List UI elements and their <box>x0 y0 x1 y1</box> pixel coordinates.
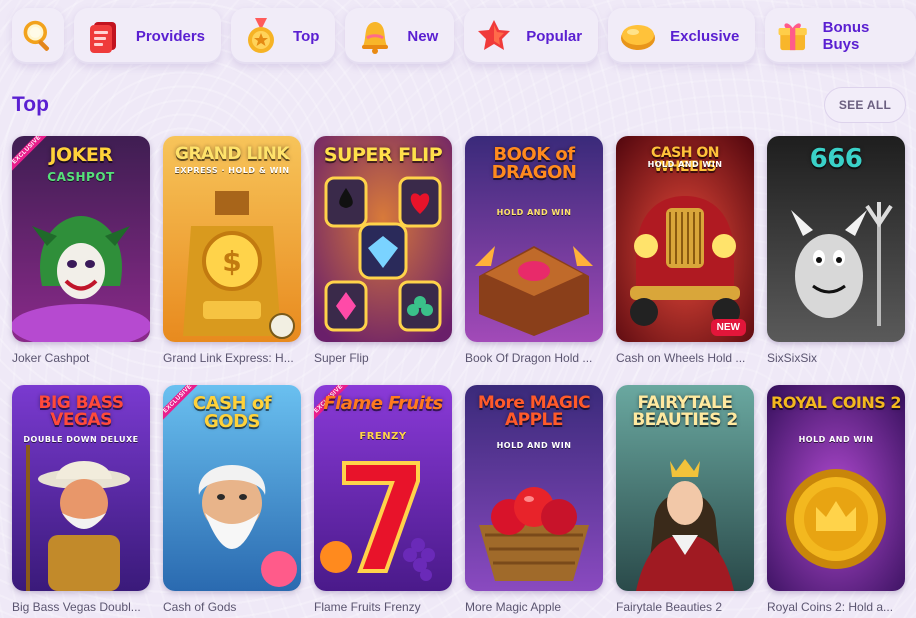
game-thumbnail[interactable]: BIG BASS VEGAS DOUBLE DOWN DELUXE <box>12 385 150 591</box>
game-thumbnail[interactable]: ROYAL COINS 2 HOLD AND WIN <box>767 385 905 591</box>
game-thumbnail[interactable]: BOOK of DRAGON HOLD AND WIN <box>465 136 603 342</box>
game-name[interactable]: Cash of Gods <box>163 600 301 614</box>
category-label: Popular <box>526 27 583 45</box>
art-subtitle: HOLD AND WIN <box>496 441 572 450</box>
game-thumbnail[interactable]: SUPER FLIP <box>314 136 452 342</box>
game-card[interactable]: BIG BASS VEGAS DOUBLE DOWN DELUXE Big Ba… <box>12 385 150 614</box>
game-thumbnail[interactable]: 666 <box>767 136 905 342</box>
art-title: JOKER <box>49 144 113 166</box>
medal-icon <box>248 18 275 53</box>
game-name[interactable]: Royal Coins 2: Hold a... <box>767 600 905 614</box>
game-thumbnail[interactable]: CASH ON WHEELS HOLD AND WIN NEW <box>616 136 754 342</box>
game-card[interactable]: ROYAL COINS 2 HOLD AND WIN Royal Coins 2… <box>767 385 905 614</box>
category-providers[interactable]: Providers <box>73 8 222 64</box>
game-card[interactable]: $ GRAND LINK EXPRESS · HOLD & WIN Grand … <box>163 136 301 365</box>
category-label: New <box>407 27 439 45</box>
search-button[interactable] <box>12 8 64 64</box>
search-icon <box>23 20 49 51</box>
art-title: CASH of GODS <box>192 393 272 432</box>
art-title: BOOK of DRAGON <box>491 144 577 183</box>
category-exclusive[interactable]: Exclusive <box>608 8 756 64</box>
game-thumbnail[interactable]: EXCLUSIVE Flame Fruits FRENZY <box>314 385 452 591</box>
art-title: ROYAL COINS 2 <box>771 393 901 412</box>
coin-art <box>767 385 905 591</box>
art-subtitle: HOLD AND WIN <box>647 160 723 169</box>
game-name[interactable]: Flame Fruits Frenzy <box>314 600 452 614</box>
art-title: SUPER FLIP <box>323 144 443 166</box>
category-label: Top <box>293 27 320 45</box>
seven-art <box>314 385 452 591</box>
game-card[interactable]: BOOK of DRAGON HOLD AND WIN Book Of Drag… <box>465 136 603 365</box>
gem-icon <box>621 25 656 50</box>
art-title: Flame Fruits <box>323 393 443 414</box>
game-card[interactable]: EXCLUSIVE Flame Fruits FRENZY Flame Frui… <box>314 385 452 614</box>
game-card[interactable]: FAIRYTALE BEAUTIES 2 Fairytale Beauties … <box>616 385 754 614</box>
game-thumbnail[interactable]: FAIRYTALE BEAUTIES 2 <box>616 385 754 591</box>
art-title: BIG BASS VEGAS <box>38 393 125 430</box>
category-label: Providers <box>135 27 206 45</box>
see-all-button[interactable]: SEE ALL <box>824 87 906 123</box>
game-thumbnail[interactable]: EXCLUSIVE JOKER CASHPOT <box>12 136 150 342</box>
game-name[interactable]: Big Bass Vegas Doubl... <box>12 600 150 614</box>
joker-art <box>12 136 150 342</box>
category-label: Exclusive <box>670 27 740 45</box>
game-name[interactable]: More Magic Apple <box>465 600 603 614</box>
art-subtitle: CASHPOT <box>47 170 115 184</box>
game-name[interactable]: Super Flip <box>314 351 452 365</box>
cards-art <box>314 136 452 342</box>
art-title: FAIRYTALE BEAUTIES 2 <box>632 393 738 430</box>
game-thumbnail[interactable]: EXCLUSIVE CASH of GODS <box>163 385 301 591</box>
game-name[interactable]: SixSixSix <box>767 351 905 365</box>
game-name[interactable]: Book Of Dragon Hold ... <box>465 351 603 365</box>
category-nav: Providers Top New Popular Exclusive Bonu… <box>12 8 916 64</box>
art-subtitle: EXPRESS · HOLD & WIN <box>174 166 290 175</box>
providers-icon <box>89 22 116 53</box>
game-name[interactable]: Joker Cashpot <box>12 351 150 365</box>
game-thumbnail[interactable]: $ GRAND LINK EXPRESS · HOLD & WIN <box>163 136 301 342</box>
svg-text:$: $ <box>222 245 241 278</box>
art-subtitle: FRENZY <box>359 431 407 442</box>
category-top[interactable]: Top <box>231 8 336 64</box>
art-title: 666 <box>809 144 863 174</box>
art-subtitle: HOLD AND WIN <box>496 208 572 217</box>
game-grid: EXCLUSIVE JOKER CASHPOT Joker Cashpot $ … <box>12 136 905 614</box>
game-name[interactable]: Fairytale Beauties 2 <box>616 600 754 614</box>
section-title: Top <box>12 93 49 116</box>
game-card[interactable]: CASH ON WHEELS HOLD AND WIN NEW Cash on … <box>616 136 754 365</box>
new-badge: NEW <box>710 319 746 336</box>
game-name[interactable]: Grand Link Express: H... <box>163 351 301 365</box>
gift-icon <box>778 23 808 51</box>
game-card[interactable]: More MAGIC APPLE HOLD AND WIN More Magic… <box>465 385 603 614</box>
game-thumbnail[interactable]: More MAGIC APPLE HOLD AND WIN <box>465 385 603 591</box>
category-new[interactable]: New <box>345 8 455 64</box>
star-icon <box>478 20 511 50</box>
game-name[interactable]: Cash on Wheels Hold ... <box>616 351 754 365</box>
art-title: GRAND LINK <box>174 144 290 164</box>
category-popular[interactable]: Popular <box>464 8 599 64</box>
game-card[interactable]: EXCLUSIVE JOKER CASHPOT Joker Cashpot <box>12 136 150 365</box>
category-bonus-buys[interactable]: Bonus Buys <box>765 8 916 64</box>
art-subtitle: HOLD AND WIN <box>798 435 874 444</box>
art-title: More MAGIC APPLE <box>477 393 591 430</box>
category-label: Bonus Buys <box>822 19 870 53</box>
bell-icon <box>362 22 389 54</box>
game-card[interactable]: SUPER FLIP Super Flip <box>314 136 452 365</box>
game-card[interactable]: 666 SixSixSix <box>767 136 905 365</box>
art-subtitle: DOUBLE DOWN DELUXE <box>23 435 139 444</box>
game-card[interactable]: EXCLUSIVE CASH of GODS Cash of Gods <box>163 385 301 614</box>
